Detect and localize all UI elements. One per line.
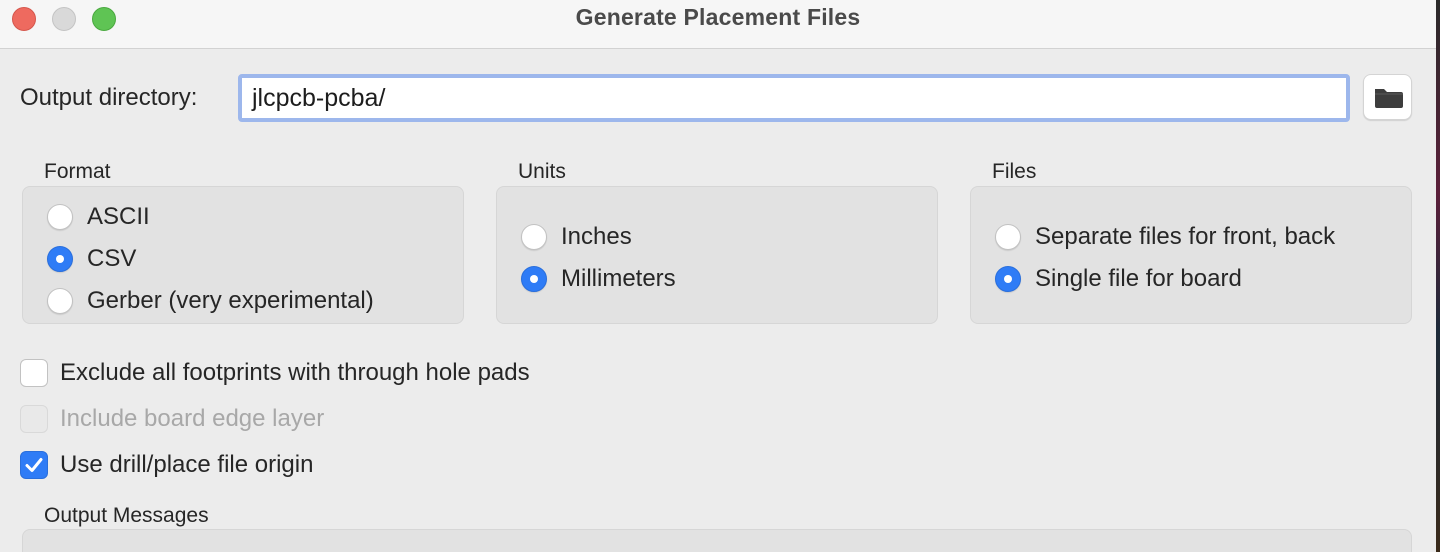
exclude-through-hole-checkbox[interactable] [20, 359, 48, 387]
output-directory-input[interactable]: jlcpcb-pcba/ [238, 74, 1350, 122]
browse-directory-button[interactable] [1363, 74, 1412, 120]
checkmark-icon [25, 458, 43, 472]
format-group-title: Format [44, 160, 111, 183]
use-file-origin-option[interactable]: Use drill/place file origin [20, 450, 313, 480]
folder-icon [1375, 89, 1403, 108]
include-board-edge-option: Include board edge layer [20, 404, 324, 434]
format-option-gerber[interactable]: Gerber (very experimental) [47, 286, 374, 316]
radio-single-file[interactable] [995, 266, 1021, 292]
use-file-origin-checkbox[interactable] [20, 451, 48, 479]
files-option-label: Single file for board [1035, 265, 1242, 292]
exclude-through-hole-label: Exclude all footprints with through hole… [60, 359, 530, 386]
format-option-label: Gerber (very experimental) [87, 287, 374, 314]
radio-separate-files[interactable] [995, 224, 1021, 250]
output-messages-panel[interactable] [22, 529, 1412, 552]
units-option-inches[interactable]: Inches [521, 222, 632, 252]
files-group [970, 186, 1412, 324]
units-option-label: Inches [561, 223, 632, 250]
include-board-edge-checkbox [20, 405, 48, 433]
output-directory-value: jlcpcb-pcba/ [252, 84, 386, 112]
files-option-separate[interactable]: Separate files for front, back [995, 222, 1335, 252]
output-directory-label: Output directory: [20, 84, 198, 111]
units-group [496, 186, 938, 324]
units-option-millimeters[interactable]: Millimeters [521, 264, 676, 294]
files-option-label: Separate files for front, back [1035, 223, 1336, 250]
files-option-single[interactable]: Single file for board [995, 264, 1242, 294]
format-option-label: ASCII [87, 203, 150, 230]
radio-gerber[interactable] [47, 288, 73, 314]
format-option-label: CSV [87, 245, 137, 272]
output-messages-title: Output Messages [44, 504, 209, 527]
title-bar[interactable]: Generate Placement Files [0, 0, 1436, 49]
include-board-edge-label: Include board edge layer [60, 405, 325, 432]
use-file-origin-label: Use drill/place file origin [60, 451, 314, 478]
radio-inches[interactable] [521, 224, 547, 250]
desktop-background-strip [1436, 0, 1440, 552]
radio-csv[interactable] [47, 246, 73, 272]
exclude-through-hole-option[interactable]: Exclude all footprints with through hole… [20, 358, 530, 388]
format-option-ascii[interactable]: ASCII [47, 202, 150, 232]
radio-millimeters[interactable] [521, 266, 547, 292]
units-group-title: Units [518, 160, 566, 183]
format-option-csv[interactable]: CSV [47, 244, 136, 274]
files-group-title: Files [992, 160, 1037, 183]
window-title: Generate Placement Files [575, 4, 861, 30]
units-option-label: Millimeters [561, 265, 676, 292]
radio-ascii[interactable] [47, 204, 73, 230]
dialog-window: Generate Placement Files Output director… [0, 0, 1436, 552]
